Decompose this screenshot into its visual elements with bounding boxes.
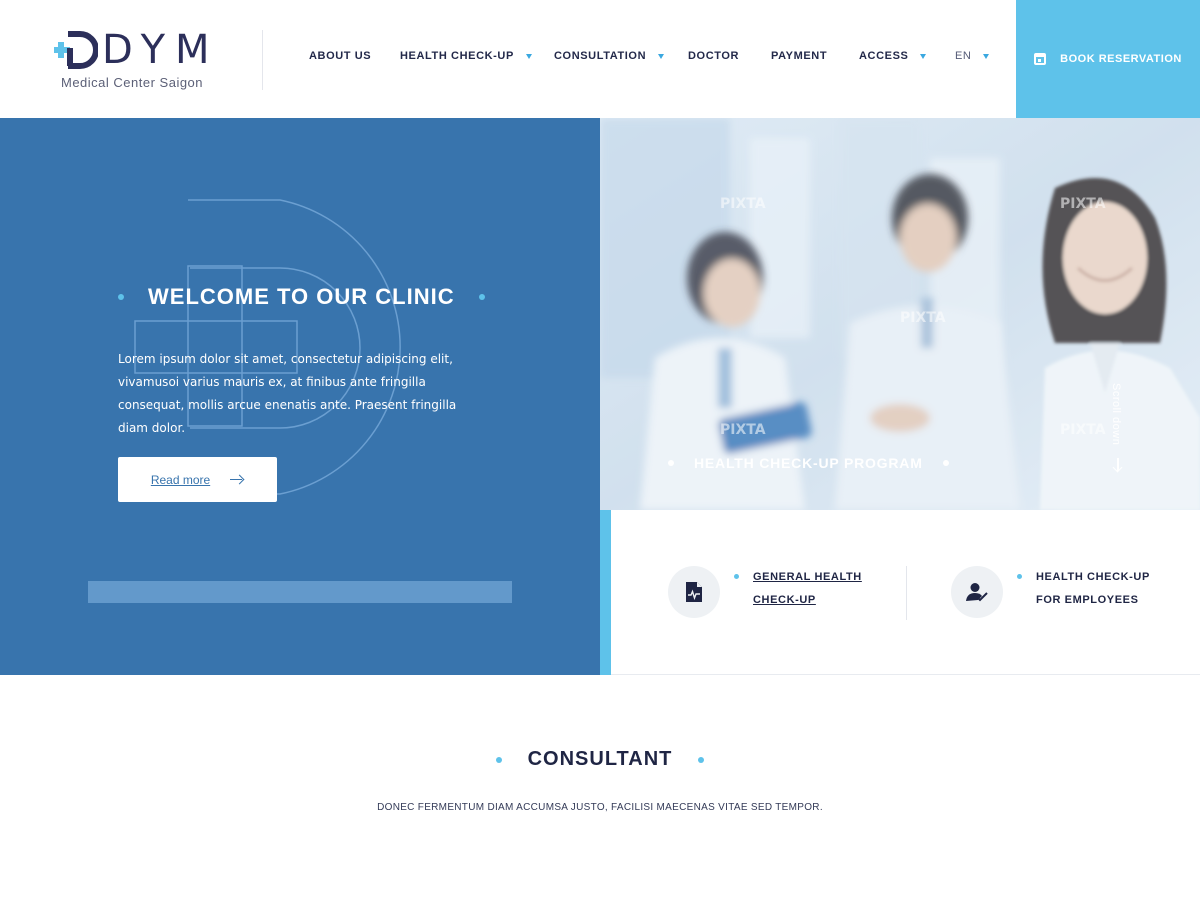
read-more-label: Read more [150,472,211,487]
logo-cross-icon [54,31,98,69]
services-divider [906,566,907,620]
photo-caption[interactable]: HEALTH CHECK-UP PROGRAM [668,455,949,471]
nav-label: ABOUT US [309,50,372,62]
user-check-icon [951,566,1003,618]
nav-item-health-check-up[interactable]: HEALTH CHECK-UP [400,50,532,62]
caret-down-icon [983,53,990,59]
caret-down-icon [658,53,665,59]
hero-panel: WELCOME TO OUR CLINIC Lorem ipsum dolor … [0,118,600,675]
bullet-dot-icon [478,294,485,300]
bullet-dot-icon [118,294,124,300]
nav-label: HEALTH CHECK-UP [400,50,514,62]
watermark-text-5: PIXTA [1060,422,1106,438]
service-label-line1: HEALTH CHECK-UP [1036,571,1150,583]
book-reservation-label: BOOK RESERVATION [1060,53,1182,65]
service-health-check-up-employees[interactable]: HEALTH CHECK-UP FOR EMPLOYEES [951,566,1150,618]
medical-document-icon [668,566,720,618]
nav-label: CONSULTATION [554,50,647,62]
caret-down-icon [525,53,532,59]
consultant-heading-row: CONSULTANT [0,748,1200,771]
nav-item-about-us[interactable]: ABOUT US [309,50,371,62]
photo-caption-label: HEALTH CHECK-UP PROGRAM [694,455,923,471]
nav-item-consultation[interactable]: CONSULTATION [554,50,665,62]
hero-title: WELCOME TO OUR CLINIC [148,284,455,309]
caret-down-icon [920,53,927,59]
bullet-dot-icon [698,756,705,763]
arrow-down-icon [1117,458,1119,471]
watermark-text-4: PIXTA [720,422,766,438]
header-divider [262,30,263,90]
watermark-text-1: PIXTA [720,196,766,212]
consultant-subtitle: DONEC FERMENTUM DIAM ACCUMSA JUSTO, FACI… [377,802,823,813]
watermark-text-3: PIXTA [900,310,946,326]
bullet-dot-icon [734,574,739,579]
hero-description: Lorem ipsum dolor sit amet, consectetur … [118,352,457,435]
nav-label: PAYMENT [771,50,828,62]
watermark-text-2: PIXTA [1060,196,1106,212]
service-label-line2: FOR EMPLOYEES [1036,594,1139,606]
bullet-dot-icon [668,460,674,466]
nav-item-doctor[interactable]: DOCTOR [688,50,739,62]
nav-label: DOCTOR [688,50,740,62]
nav-item-payment[interactable]: PAYMENT [771,50,827,62]
services-panel: GENERAL HEALTH CHECK-UP HEALTH CHECK-UP … [611,510,1200,675]
book-reservation-button[interactable]: BOOK RESERVATION [1016,0,1200,118]
logo[interactable]: DYM Medical Center Saigon [54,28,214,92]
service-label: HEALTH CHECK-UP FOR EMPLOYEES [1036,566,1150,612]
read-more-button[interactable]: Read more [118,457,277,502]
site-header: DYM Medical Center Saigon ABOUT US HEALT… [0,0,1200,118]
hero-decorative-bar [88,581,512,603]
service-label-line2: CHECK-UP [753,594,816,606]
bullet-dot-icon [495,756,502,763]
nav-item-access[interactable]: ACCESS [859,50,927,62]
service-general-health-check-up[interactable]: GENERAL HEALTH CHECK-UP [668,566,862,618]
language-selector[interactable]: EN [955,50,990,62]
accent-strip [600,510,611,675]
logo-subtitle: Medical Center Saigon [61,75,204,90]
logo-wordmark: DYM [102,27,220,73]
arrow-right-icon [230,475,244,485]
consultant-title: CONSULTANT [527,748,673,770]
language-label: EN [955,50,972,62]
calendar-icon [1034,53,1047,65]
service-label-line1: GENERAL HEALTH [753,571,862,583]
bullet-dot-icon [942,460,949,466]
bullet-dot-icon [1017,574,1022,579]
hero-title-row: WELCOME TO OUR CLINIC [118,284,485,310]
scroll-down-label: Scroll down [1110,383,1122,446]
service-label: GENERAL HEALTH CHECK-UP [753,566,862,612]
nav-label: ACCESS [859,50,909,62]
